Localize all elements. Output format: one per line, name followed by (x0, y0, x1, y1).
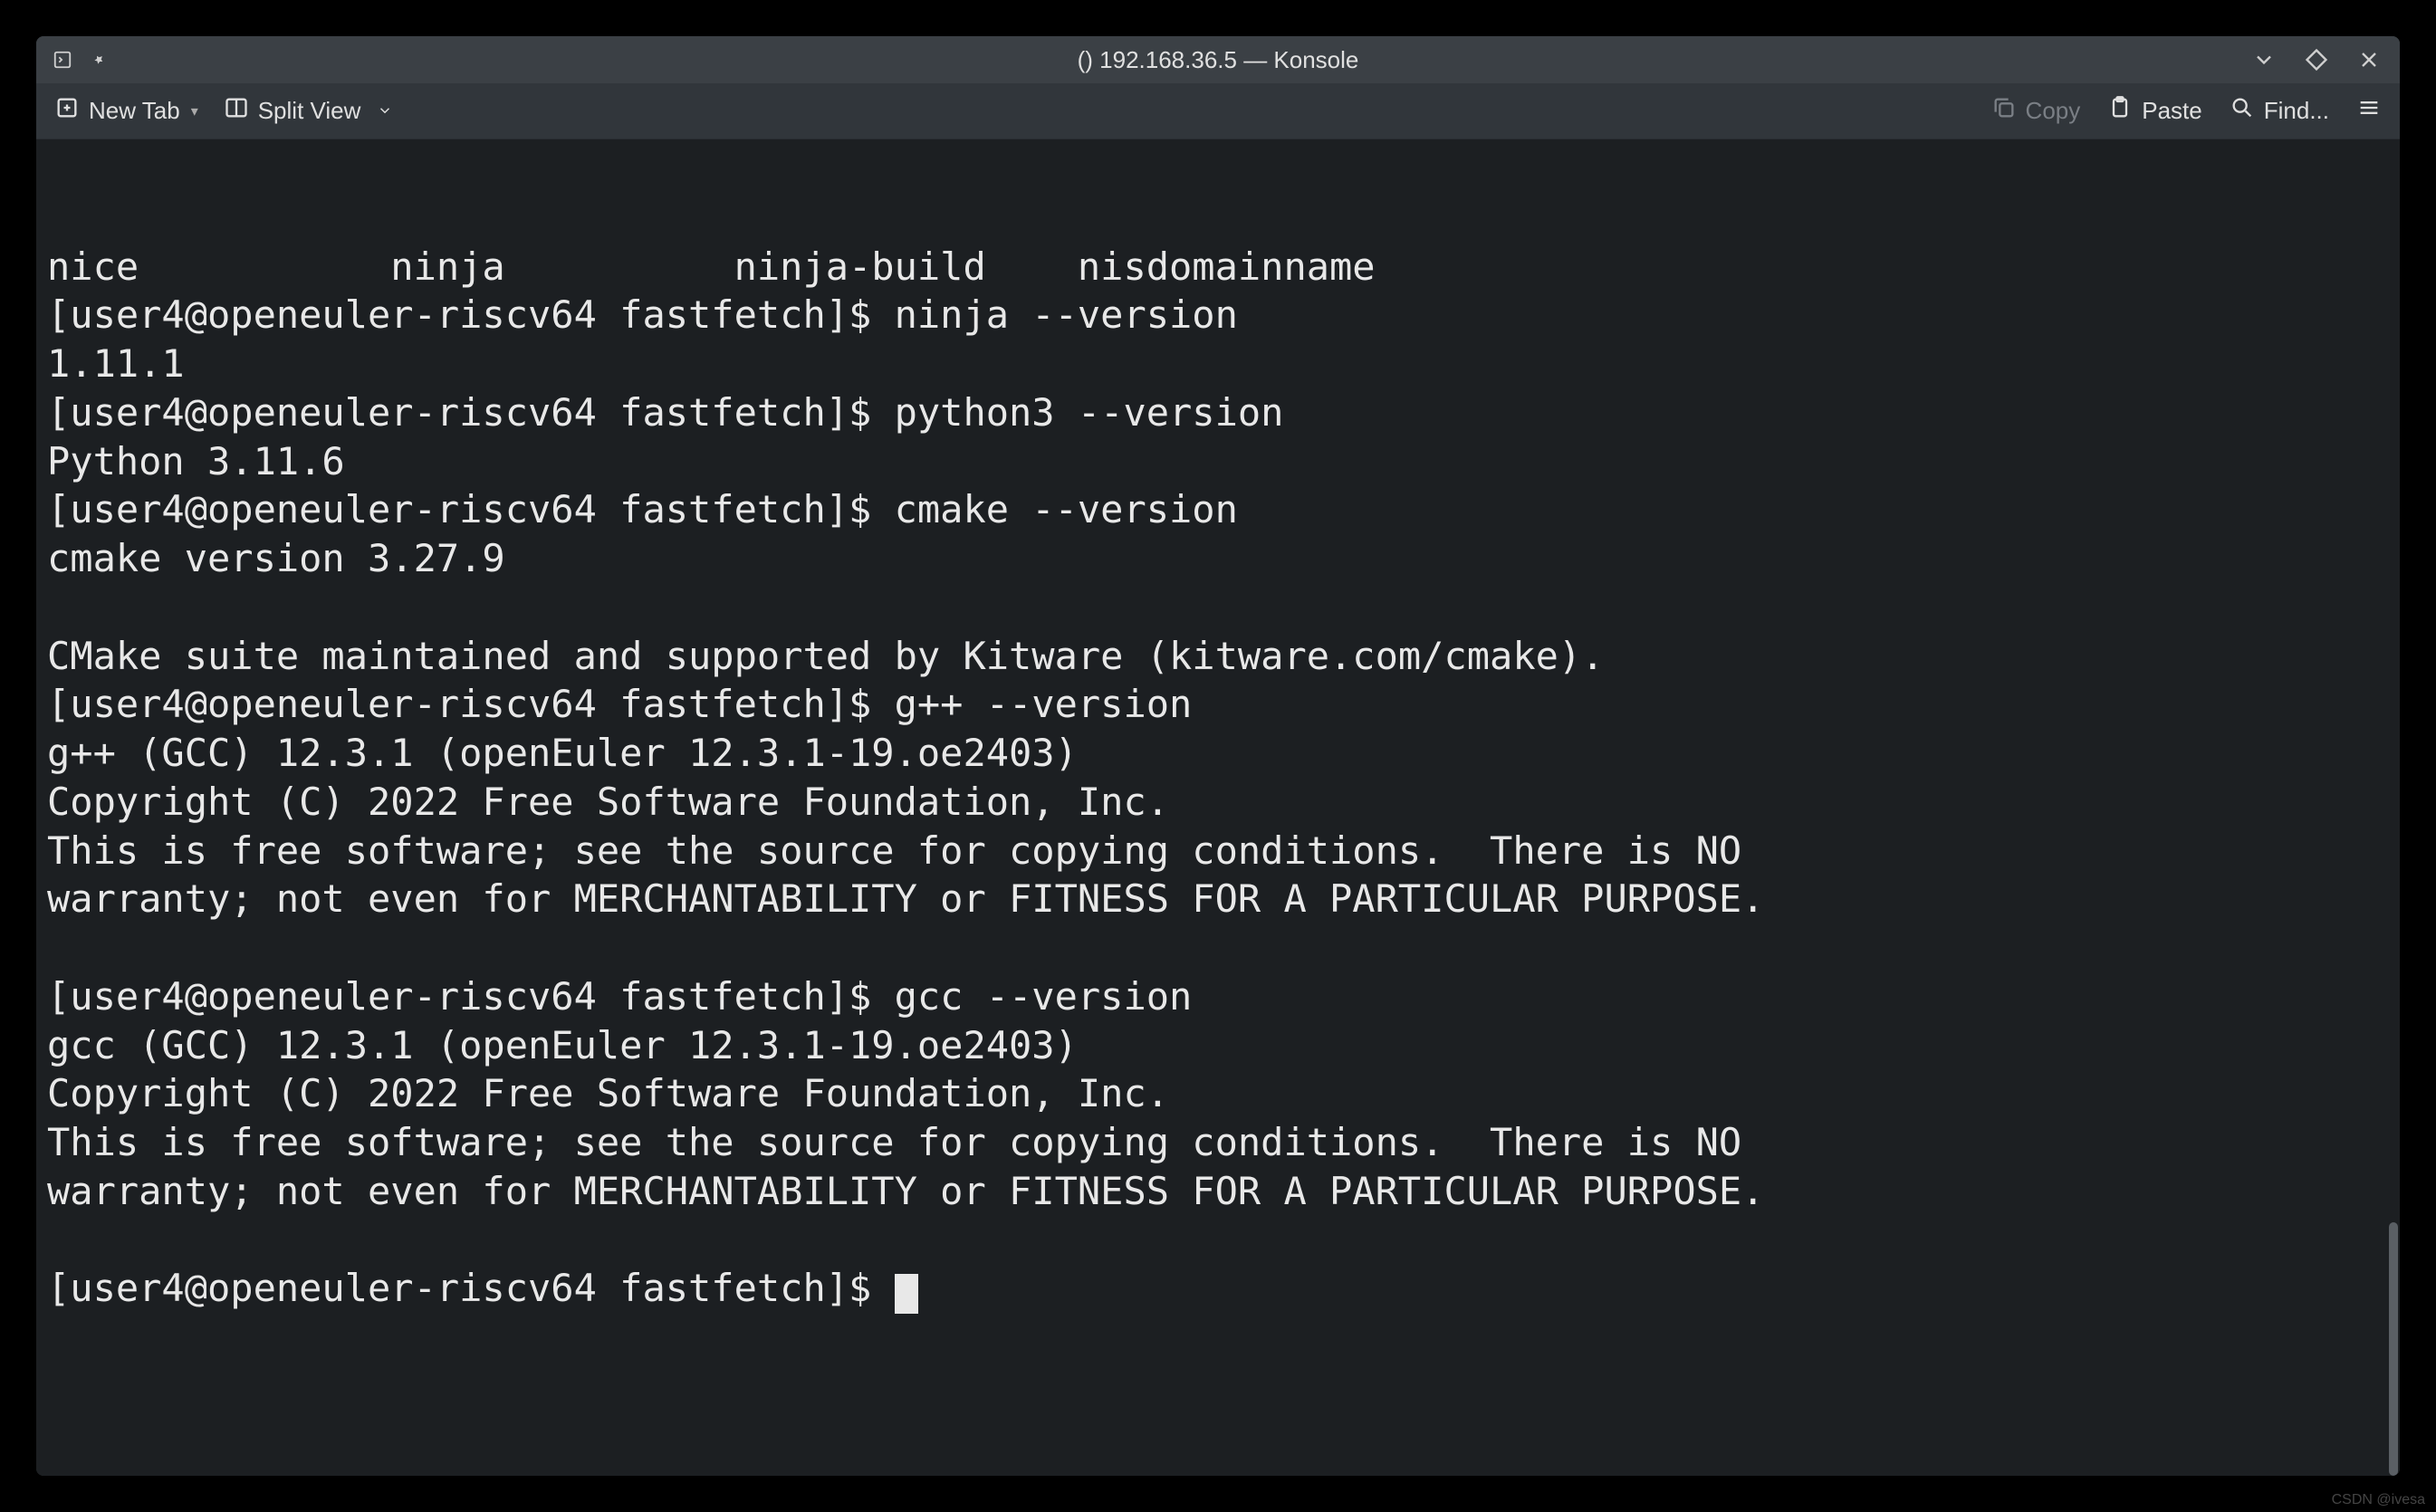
paste-label: Paste (2142, 97, 2202, 125)
paste-icon (2107, 95, 2133, 127)
chevron-down-icon (377, 97, 393, 125)
paste-button[interactable]: Paste (2107, 95, 2202, 127)
find-button[interactable]: Find... (2230, 95, 2329, 127)
copy-button[interactable]: Copy (1991, 95, 2081, 127)
split-view-icon (224, 95, 249, 127)
new-tab-button[interactable]: New Tab ▾ (54, 95, 198, 127)
new-tab-icon (54, 95, 80, 127)
konsole-window: () 192.168.36.5 — Konsole New Tab ▾ Spli… (36, 36, 2400, 1476)
search-icon (2230, 95, 2255, 127)
new-tab-label: New Tab (89, 97, 180, 125)
terminal-area[interactable]: nice ninja ninja-build nisdomainname [us… (36, 139, 2400, 1476)
terminal-scrollbar[interactable] (2389, 139, 2398, 1476)
toolbar: New Tab ▾ Split View Copy Paste Find... (36, 83, 2400, 139)
copy-label: Copy (2026, 97, 2081, 125)
terminal-content: nice ninja ninja-build nisdomainname [us… (47, 243, 2389, 1314)
copy-icon (1991, 95, 2017, 127)
split-view-label: Split View (258, 97, 361, 125)
pin-icon[interactable] (89, 50, 109, 70)
split-view-button[interactable]: Split View (224, 95, 394, 127)
hamburger-icon (2356, 95, 2382, 127)
terminal-cursor (895, 1274, 918, 1314)
prompt-icon[interactable] (53, 50, 72, 70)
scrollbar-thumb[interactable] (2389, 1222, 2398, 1476)
close-icon[interactable] (2356, 47, 2382, 72)
chevron-down-icon: ▾ (191, 102, 198, 120)
titlebar: () 192.168.36.5 — Konsole (36, 36, 2400, 83)
maximize-icon[interactable] (2304, 47, 2329, 72)
watermark: CSDN @ivesa (2332, 1492, 2425, 1508)
find-label: Find... (2264, 97, 2329, 125)
window-title: () 192.168.36.5 — Konsole (1078, 46, 1359, 74)
minimize-icon[interactable] (2251, 47, 2277, 72)
hamburger-menu-button[interactable] (2356, 95, 2382, 127)
